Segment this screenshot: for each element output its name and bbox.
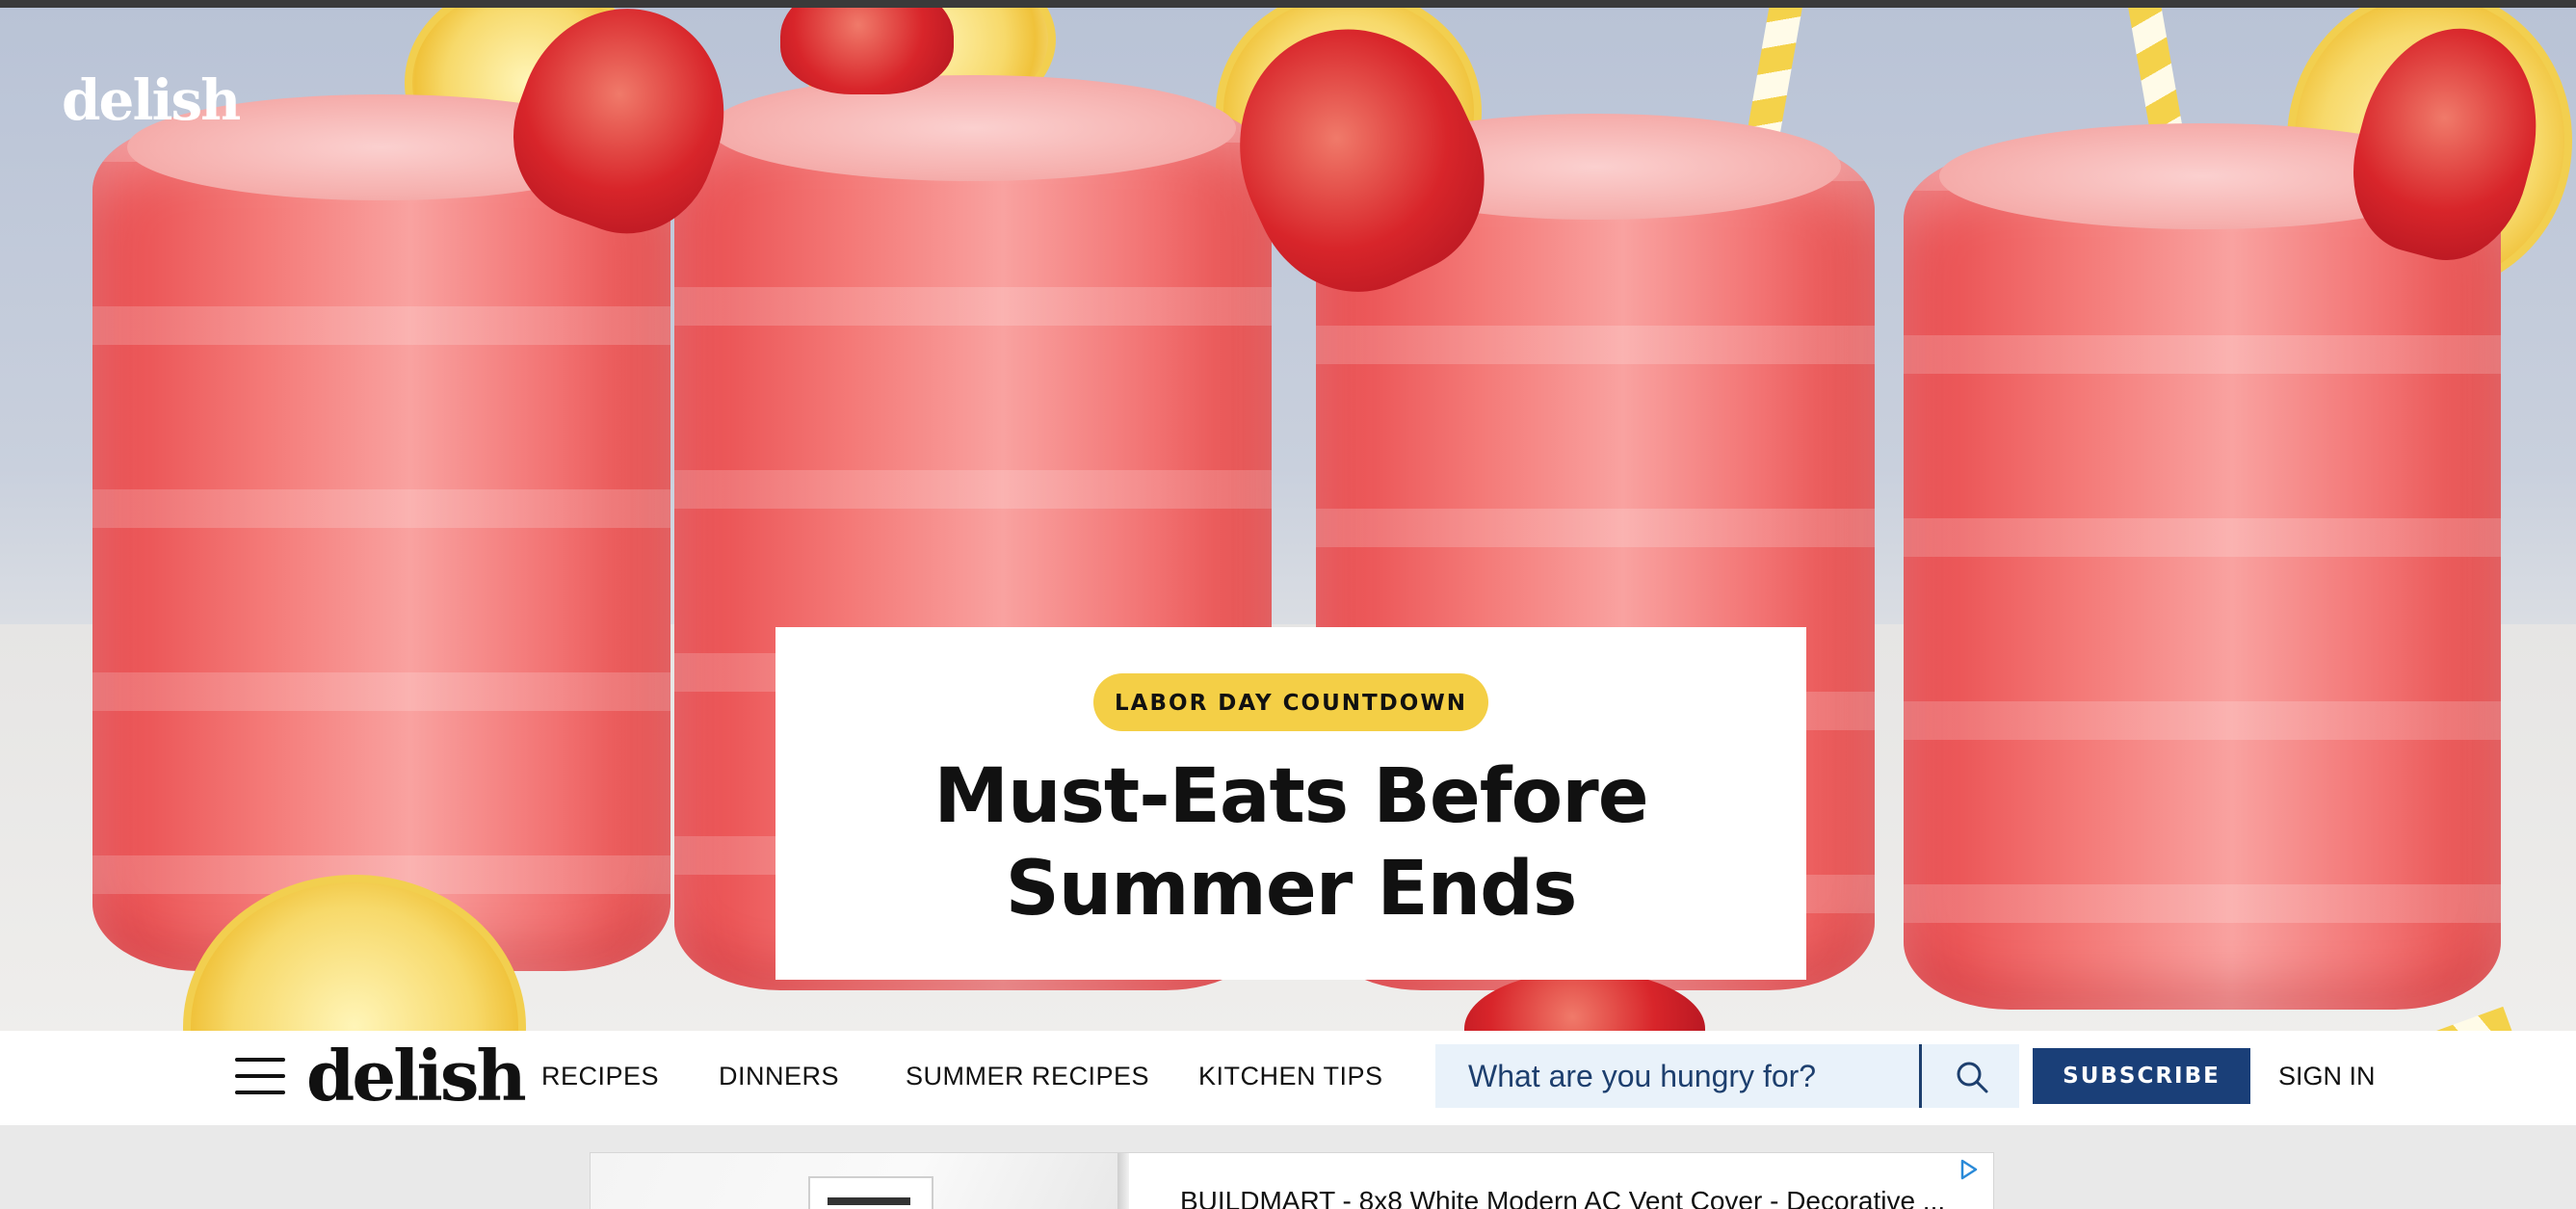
search-box: [1435, 1044, 2019, 1108]
drink-glass-1: [92, 94, 670, 971]
main-navbar: delish RECIPES DINNERS SUMMER RECIPES KI…: [0, 1031, 2576, 1125]
ad-image: [591, 1153, 1122, 1209]
nav-link-summer-recipes[interactable]: SUMMER RECIPES: [906, 1062, 1149, 1091]
nav-link-recipes[interactable]: RECIPES: [541, 1062, 659, 1091]
search-icon: [1957, 1062, 1988, 1093]
ad-separator: [1117, 1153, 1129, 1209]
feature-title-line-1: Must-Eats Before: [933, 753, 1648, 840]
nav-link-dinners[interactable]: DINNERS: [719, 1062, 839, 1091]
feature-title[interactable]: Must-Eats Before Summer Ends: [775, 750, 1806, 935]
menu-icon[interactable]: [235, 1054, 285, 1098]
feature-title-line-2: Summer Ends: [1005, 846, 1578, 933]
sign-in-link[interactable]: SIGN IN: [2278, 1062, 2376, 1091]
browser-top-edge: [0, 0, 2576, 8]
feature-card[interactable]: LABOR DAY COUNTDOWN Must-Eats Before Sum…: [775, 627, 1806, 980]
nav-link-kitchen-tips[interactable]: KITCHEN TIPS: [1198, 1062, 1383, 1091]
straw-1: [1748, 8, 1803, 135]
ad-text[interactable]: BUILDMART - 8x8 White Modern AC Vent Cov…: [1180, 1186, 1945, 1209]
subscribe-button[interactable]: SUBSCRIBE: [2033, 1048, 2250, 1104]
ad-choices-icon[interactable]: [1958, 1159, 1980, 1180]
feature-badge: LABOR DAY COUNTDOWN: [1093, 673, 1488, 731]
search-input[interactable]: [1435, 1044, 1919, 1108]
nav-logo[interactable]: delish: [306, 1035, 527, 1117]
hero-banner[interactable]: delish LABOR DAY COUNTDOWN Must-Eats Bef…: [0, 8, 2576, 1031]
ad-product-image: [808, 1176, 933, 1209]
drink-glass-4: [1904, 123, 2501, 1010]
hero-logo[interactable]: delish: [62, 67, 241, 133]
search-button[interactable]: [1922, 1044, 2019, 1108]
strawberry-2: [780, 8, 954, 94]
straw-2: [2127, 8, 2183, 135]
ad-banner[interactable]: BUILDMART - 8x8 White Modern AC Vent Cov…: [590, 1152, 1994, 1209]
